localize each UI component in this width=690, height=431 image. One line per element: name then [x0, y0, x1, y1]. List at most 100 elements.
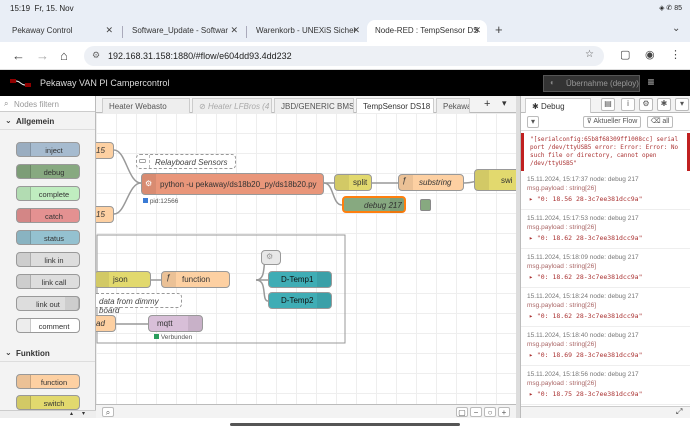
bug-tab-icon[interactable]: ✱	[657, 98, 671, 111]
palette-node-link-in[interactable]: link in	[16, 252, 80, 267]
collapse-icon[interactable]: ▴	[70, 410, 73, 417]
palette-node-complete[interactable]: complete	[16, 186, 80, 201]
sidebar-separator[interactable]	[516, 96, 520, 418]
chevron-right-icon[interactable]: ▸	[529, 390, 537, 398]
comment-dimmy-board[interactable]: data from dimmy board	[96, 293, 182, 315]
browser-tab[interactable]: Pekaway Control ✕	[4, 20, 119, 42]
expand-icon[interactable]: ⤢	[676, 407, 682, 417]
zoom-out-icon[interactable]: −	[470, 407, 482, 417]
debug-toggle-button[interactable]	[420, 199, 431, 211]
chevron-right-icon[interactable]: ▸	[529, 312, 537, 320]
flow-list-icon[interactable]: ▾	[502, 98, 507, 109]
json-icon	[96, 272, 109, 287]
palette-category-funktion[interactable]: ⌄ Funktion	[0, 344, 95, 362]
palette-footer: ▴ ▾	[0, 410, 96, 418]
clear-select[interactable]: ⌫ all	[647, 116, 673, 128]
switch-node[interactable]: swi	[474, 169, 516, 191]
filter-icon[interactable]: ▾	[527, 116, 539, 128]
palette-node-status[interactable]: status	[16, 230, 80, 245]
book-icon[interactable]: ▤	[601, 98, 615, 111]
canvas-node-partial[interactable]: 15	[96, 206, 114, 223]
chevron-down-icon: ⌄	[5, 348, 12, 357]
search-flows-icon[interactable]: ⌕	[102, 407, 114, 417]
chevron-right-icon[interactable]: ▸	[529, 234, 537, 242]
site-info-icon[interactable]: ⚙	[92, 50, 100, 61]
palette-node-inject[interactable]: inject	[16, 142, 80, 157]
palette-node-comment[interactable]: comment	[16, 318, 80, 333]
debug-toolbar: ▾ ⊽ Aktueller Flow ⌫ all	[521, 113, 690, 131]
add-flow-icon[interactable]: +	[484, 98, 490, 110]
palette-node-switch[interactable]: switch	[16, 395, 80, 410]
gesture-handle[interactable]	[230, 423, 460, 426]
category-label: Allgemein	[16, 117, 55, 126]
substring-node[interactable]: ƒ substring	[398, 174, 464, 191]
new-tab-icon[interactable]: +	[495, 22, 503, 37]
chevron-right-icon[interactable]: ▸	[529, 195, 537, 203]
home-icon[interactable]: ⌂	[60, 49, 68, 62]
tab-heater-lfbros[interactable]: ⊘ Heater LFBros (4	[192, 98, 272, 113]
deploy-icon: ◐	[550, 78, 555, 87]
profile-icon[interactable]: ◉	[645, 49, 655, 62]
dtemp1-node[interactable]: D-Temp1	[268, 271, 332, 288]
chevron-right-icon[interactable]: ▸	[529, 273, 537, 281]
zoom-in-icon[interactable]: +	[498, 407, 510, 417]
tab-tempsensor[interactable]: TempSensor DS18	[356, 98, 434, 113]
split-icon	[335, 175, 349, 190]
split-node[interactable]: split	[334, 174, 372, 191]
function-node[interactable]: ƒ function	[161, 271, 230, 288]
palette-filter-input[interactable]: ⌕ Nodes filtern	[0, 96, 95, 112]
unconfigured-node[interactable]: ⚙	[261, 250, 281, 265]
address-bar: ← → ⌂ ⚙ 192.168.31.158:1880/#flow/e604dd…	[0, 42, 690, 70]
browser-tab[interactable]: Software_Update - Softwar ✕	[124, 20, 244, 42]
json-node[interactable]: json	[96, 271, 151, 288]
info-icon[interactable]: i	[621, 98, 635, 111]
palette-category-allgemein[interactable]: ⌄ Allgemein	[0, 112, 95, 130]
expand-icon[interactable]: ▾	[82, 410, 85, 417]
zoom-reset-icon[interactable]: ○	[484, 407, 496, 417]
filter-select[interactable]: ⊽ Aktueller Flow	[583, 116, 641, 128]
chevron-right-icon[interactable]: ▸	[529, 351, 537, 359]
inject-icon	[17, 143, 31, 156]
palette-node-link-call[interactable]: link call	[16, 274, 80, 289]
palette-node-link-out[interactable]: link out	[16, 296, 80, 311]
tab-pekaway[interactable]: Pekaway	[436, 98, 470, 113]
mqtt-out-node[interactable]: mqtt	[148, 315, 203, 332]
back-icon[interactable]: ←	[12, 49, 25, 62]
browser-tab[interactable]: Warenkorb - UNEXiS Sicher ✕	[248, 20, 366, 42]
comment-relayboard-sensors[interactable]: ▭ Relayboard Sensors	[136, 154, 236, 169]
debug-icon	[17, 165, 31, 178]
debug-217-node[interactable]: debug 217	[342, 196, 406, 213]
dtemp2-node[interactable]: D-Temp2	[268, 292, 332, 309]
tab-jbd-bms[interactable]: JBD/GENERIC BMS	[274, 98, 354, 113]
close-icon[interactable]: ✕	[230, 25, 238, 36]
hamburger-menu-icon[interactable]: ≡	[642, 75, 660, 92]
close-icon[interactable]: ✕	[105, 25, 113, 36]
filter-placeholder: Nodes filtern	[14, 100, 59, 109]
map-icon[interactable]: ▢	[456, 407, 468, 417]
more-menu-icon[interactable]: ⋮	[670, 49, 681, 62]
canvas-node-partial[interactable]: ad	[96, 315, 116, 332]
comment-icon: ▭	[136, 155, 150, 168]
close-icon[interactable]: ✕	[473, 25, 481, 36]
canvas-node-partial[interactable]: 15	[96, 142, 114, 159]
palette-node-catch[interactable]: catch	[16, 208, 80, 223]
browser-tab-active[interactable]: Node-RED : TempSensor DS ✕	[367, 20, 487, 42]
close-icon[interactable]: ✕	[352, 25, 360, 36]
tab-debug[interactable]: ✱ Debug	[525, 98, 591, 113]
bookmark-star-icon[interactable]: ☆	[585, 49, 594, 60]
url-field[interactable]: ⚙ 192.168.31.158:1880/#flow/e604dd93.4dd…	[84, 46, 604, 66]
palette-node-debug[interactable]: debug	[16, 164, 80, 179]
catch-icon	[17, 209, 31, 222]
switch-icon	[17, 396, 31, 409]
palette-node-function[interactable]: function	[16, 374, 80, 389]
status-time: 15:19 Fr, 15. Nov	[10, 4, 74, 13]
tab-switcher-icon[interactable]: ▢	[620, 49, 630, 62]
deploy-button[interactable]: ◐ Übernahme (deploy)	[543, 75, 640, 92]
flow-canvas[interactable]: 15 15 ▭ Relayboard Sensors ⚙ python -u p…	[96, 113, 516, 404]
tab-heater-webasto[interactable]: Heater Webasto	[102, 98, 190, 113]
gear-icon[interactable]: ⚙	[639, 98, 653, 111]
chevron-down-icon[interactable]: ▾	[675, 98, 689, 111]
forward-icon[interactable]: →	[36, 49, 49, 62]
exec-node[interactable]: ⚙ python -u pekaway/ds18b20_py/ds18b20.p…	[141, 173, 324, 195]
tab-list-chevron-icon[interactable]: ⌄	[672, 23, 680, 34]
